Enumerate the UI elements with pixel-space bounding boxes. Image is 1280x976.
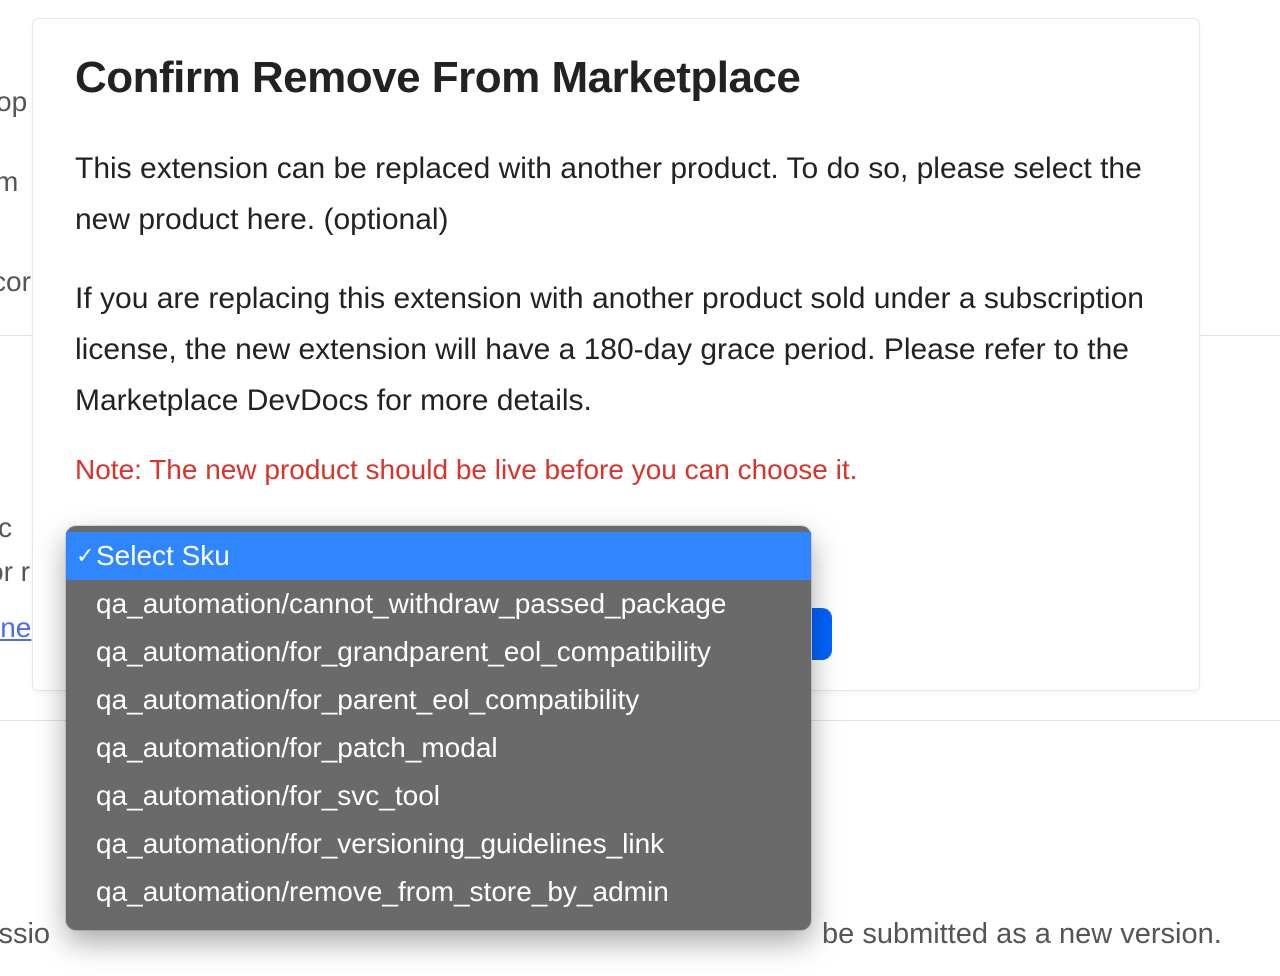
sku-option-label: qa_automation/cannot_withdraw_passed_pac… (96, 588, 726, 620)
sku-select-dropdown[interactable]: ✓ Select Sku qa_automation/cannot_withdr… (66, 526, 811, 930)
sku-option[interactable]: qa_automation/for_patch_modal (66, 724, 811, 772)
sku-option[interactable]: qa_automation/for_grandparent_eol_compat… (66, 628, 811, 676)
modal-note: Note: The new product should be live bef… (75, 454, 1157, 486)
sku-option-label: qa_automation/for_patch_modal (96, 732, 498, 764)
sku-option-label: qa_automation/for_parent_eol_compatibili… (96, 684, 639, 716)
bg-text: op (0, 86, 27, 118)
modal-title: Confirm Remove From Marketplace (75, 53, 1157, 103)
sku-option-label: qa_automation/for_grandparent_eol_compat… (96, 636, 711, 668)
sku-option-label: qa_automation/for_versioning_guidelines_… (96, 828, 664, 860)
bg-text: m (0, 166, 18, 198)
sku-option-label: Select Sku (96, 540, 230, 572)
modal-paragraph-2: If you are replacing this extension with… (75, 273, 1157, 426)
sku-option[interactable]: qa_automation/for_svc_tool (66, 772, 811, 820)
confirm-button-edge[interactable] (812, 608, 832, 660)
footer-text-left: issio (0, 918, 50, 951)
sku-option-label: qa_automation/for_svc_tool (96, 780, 440, 812)
footer-text-right: be submitted as a new version. (822, 918, 1222, 951)
sku-option[interactable]: qa_automation/remove_from_store_by_admin (66, 868, 811, 916)
sku-option-label: qa_automation/remove_from_store_by_admin (96, 876, 669, 908)
check-icon: ✓ (76, 543, 94, 569)
sku-option[interactable]: qa_automation/for_versioning_guidelines_… (66, 820, 811, 868)
modal-paragraph-1: This extension can be replaced with anot… (75, 143, 1157, 245)
sku-option[interactable]: qa_automation/cannot_withdraw_passed_pac… (66, 580, 811, 628)
sku-option[interactable]: qa_automation/for_parent_eol_compatibili… (66, 676, 811, 724)
bg-text: or r (0, 556, 30, 588)
bg-text: cor (0, 266, 31, 298)
bg-text: c (0, 512, 12, 544)
sku-option-placeholder[interactable]: ✓ Select Sku (66, 532, 811, 580)
bg-link[interactable]: ine (0, 612, 31, 644)
